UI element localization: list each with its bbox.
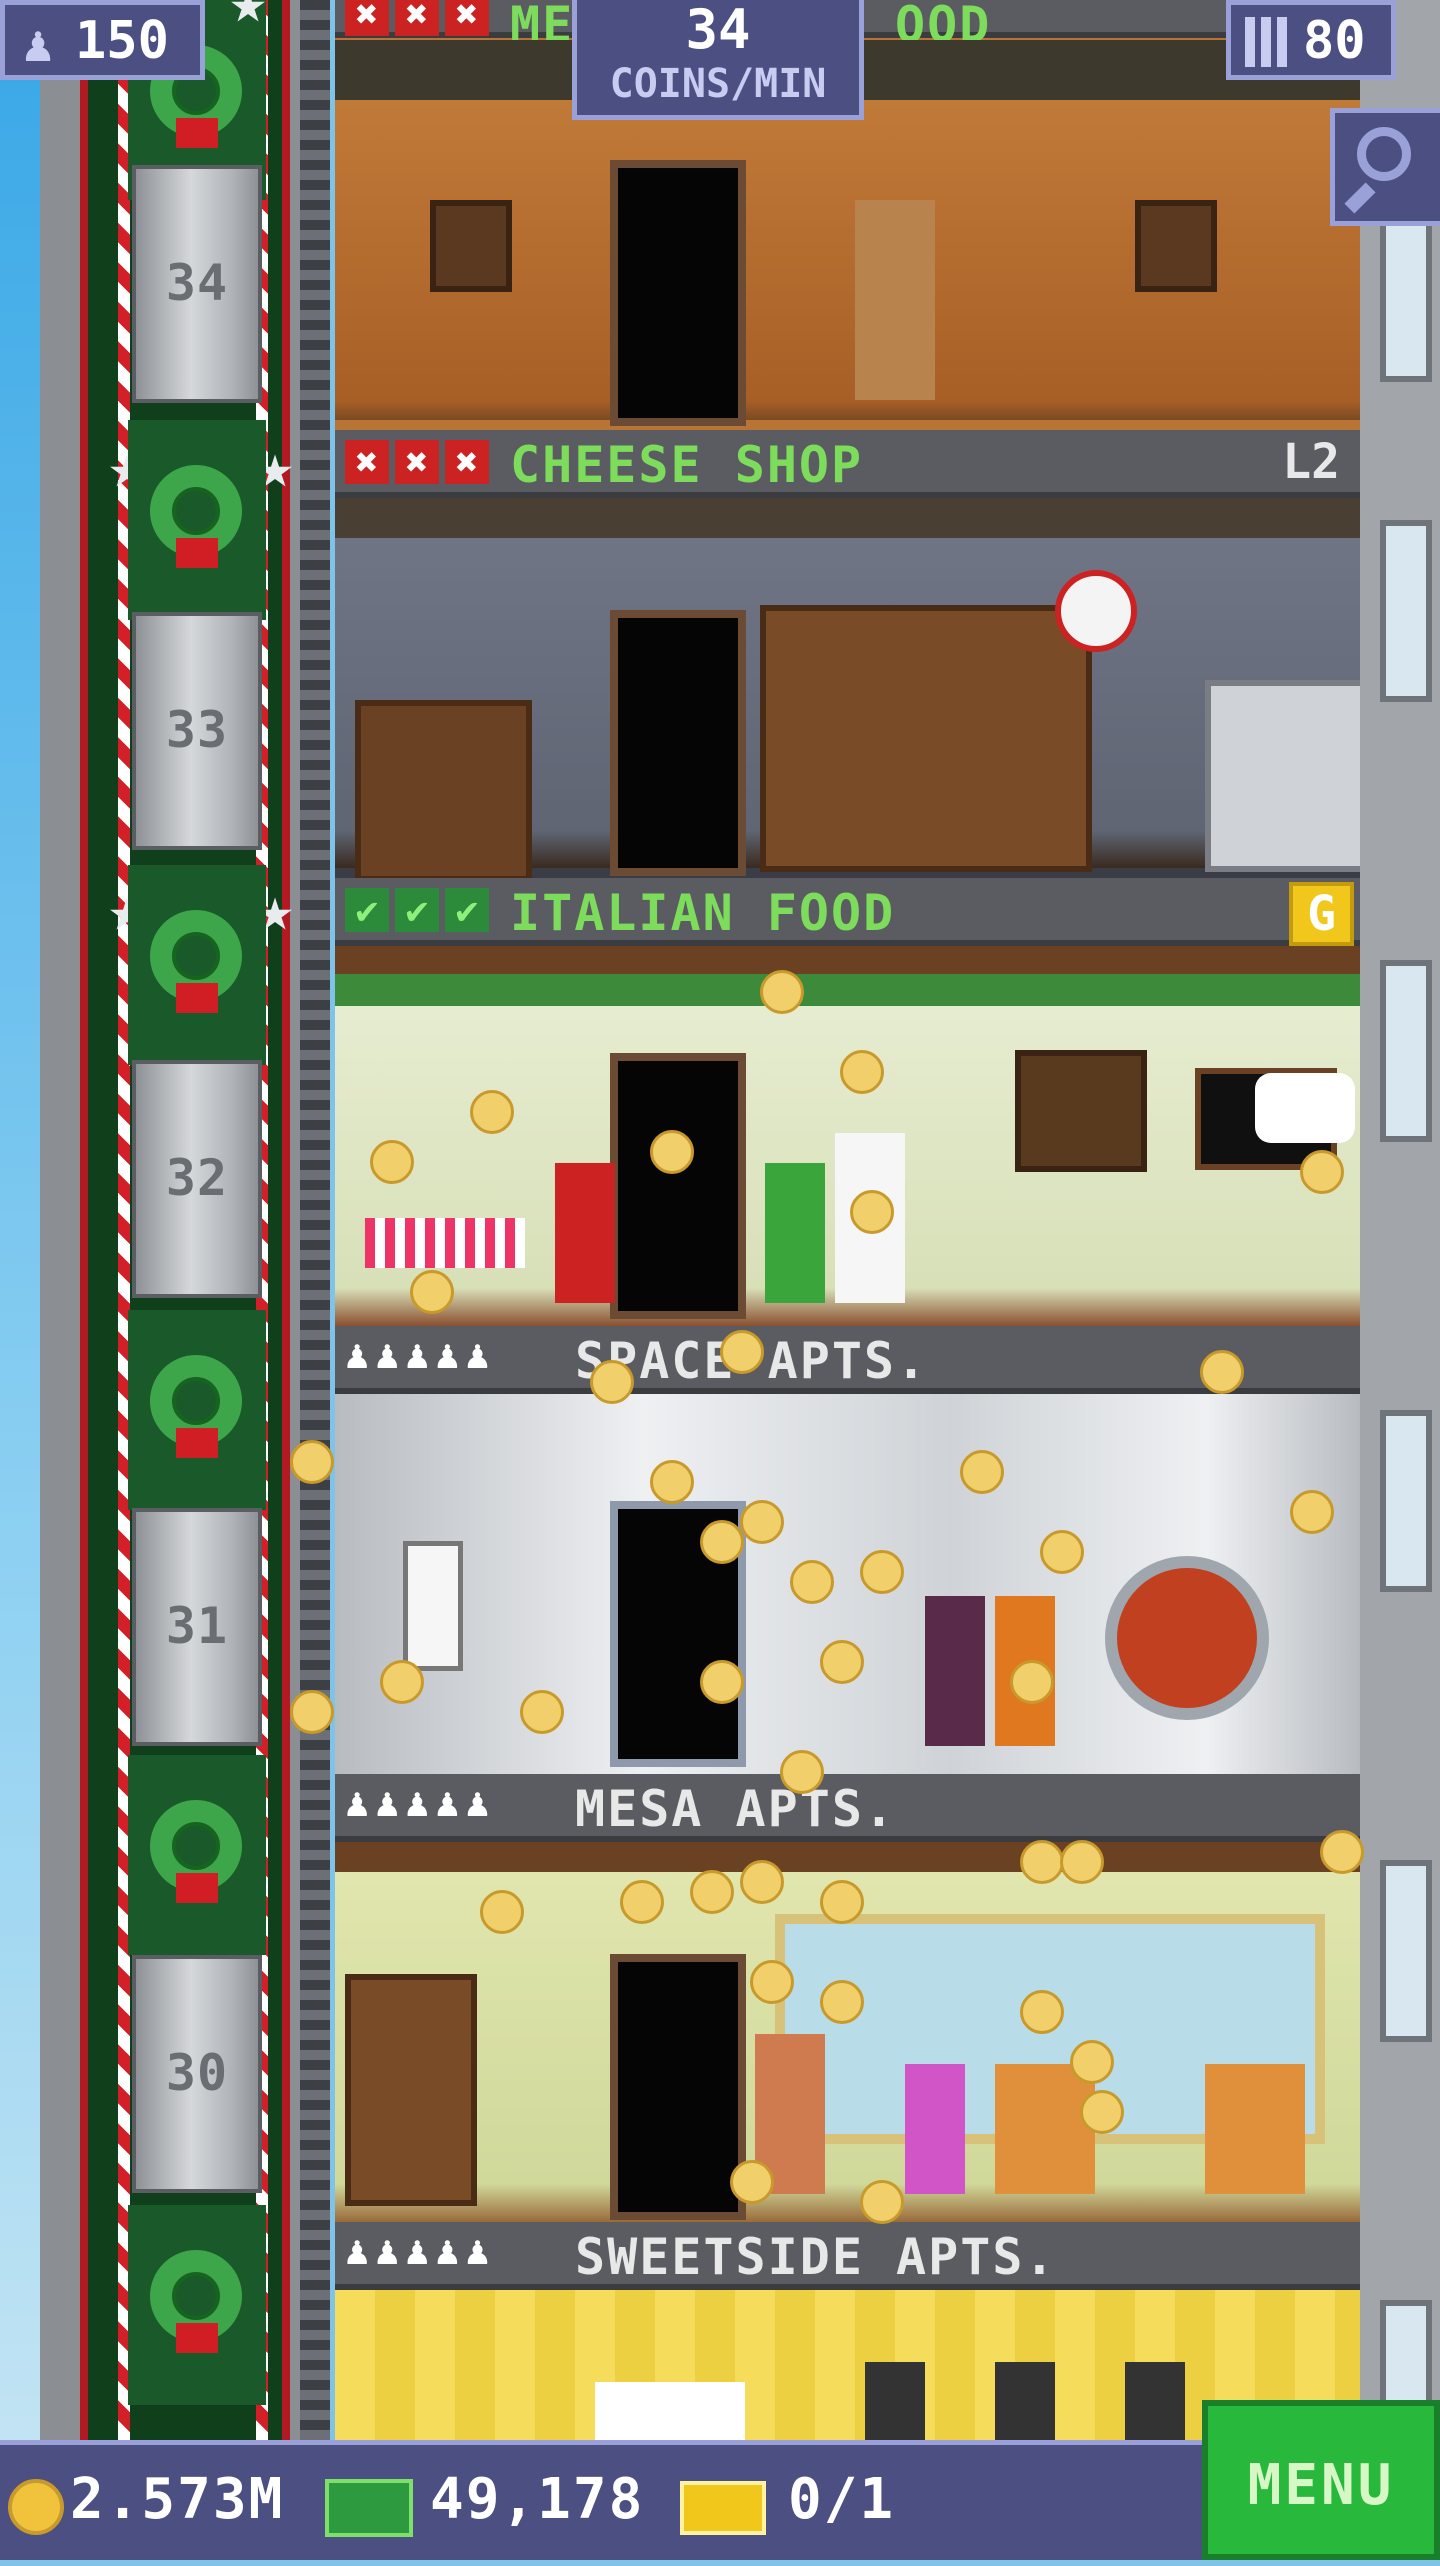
golden-ticket-icon <box>680 2481 766 2535</box>
tickets-value: 0/1 <box>788 2467 896 2532</box>
bux-value: 49,178 <box>430 2467 645 2532</box>
elevator-floor-number: 34 <box>165 254 229 312</box>
elevator-car-34[interactable]: 34 <box>132 165 262 403</box>
population-counter[interactable]: ♟ 150 <box>0 0 205 80</box>
no-mouse-sign-icon <box>1055 570 1137 652</box>
elevator-car-30[interactable]: 30 <box>132 1955 262 2193</box>
floor-cheese-shop[interactable]: ✖ ✖ ✖ CHEESE SHOP L2 <box>335 430 1360 878</box>
floor-name: MESA APTS. <box>575 1780 897 1838</box>
floor-door <box>610 160 746 426</box>
floors-value: 80 <box>1303 11 1366 71</box>
coins-rate-panel: 34 COINS/MIN <box>572 0 864 120</box>
floor-name: ITALIAN FOOD <box>510 884 896 942</box>
magnifier-minus-icon <box>1357 127 1411 181</box>
wine-rack <box>1015 1050 1147 1172</box>
person-icon: ♟ <box>23 15 54 73</box>
wall-painting <box>430 200 512 292</box>
floor-door <box>610 610 746 876</box>
floor-name: CHEESE SHOP <box>510 436 864 494</box>
wall-painting <box>995 2362 1055 2440</box>
residents-icons: ♟♟♟♟♟ <box>345 1780 496 1826</box>
elevator-floor-number: 30 <box>165 2044 229 2102</box>
wall-painting <box>1125 2362 1185 2440</box>
elevator-floor-number: 32 <box>165 1149 229 1207</box>
floor-door <box>610 1053 746 1319</box>
floor-door <box>610 1954 746 2220</box>
building-right-edge <box>1358 0 1440 2482</box>
control-panel <box>403 1541 463 1671</box>
resident-sprite[interactable] <box>555 1163 615 1303</box>
floor-label: ✔ ✔ ✔ ITALIAN FOOD G <box>335 878 1360 946</box>
elevator-car-32[interactable]: 32 <box>132 1060 262 1298</box>
porthole-window <box>1105 1556 1269 1720</box>
elevator-rail <box>300 0 330 2440</box>
elevator-wreath <box>128 420 266 620</box>
tower-bux-icon <box>325 2479 413 2537</box>
residents-icons: ♟♟♟♟♟ <box>345 2228 496 2274</box>
floor-space-apts[interactable]: ♟♟♟♟♟ SPACE APTS. <box>335 1326 1360 1774</box>
zoom-out-button[interactable] <box>1330 108 1440 226</box>
speech-bubble-icon[interactable] <box>1255 1073 1355 1143</box>
floor-name: SWEETSIDE APTS. <box>575 2228 1057 2286</box>
floor-label: ✖ ✖ ✖ CHEESE SHOP L2 <box>335 430 1360 498</box>
wall-painting <box>1135 200 1217 292</box>
coins-rate-value: 34 <box>685 0 751 61</box>
population-value: 150 <box>75 11 169 71</box>
floor-stars: ★ <box>229 0 267 37</box>
dining-table <box>365 1218 525 1268</box>
coins-rate-unit: COINS/MIN <box>609 61 827 107</box>
bookshelf <box>345 1974 477 2206</box>
coins-value: 2.573M <box>70 2467 285 2532</box>
elevator-floor-number: 33 <box>165 701 229 759</box>
residents-icons: ♟♟♟♟♟ <box>345 1332 496 1378</box>
menu-button[interactable]: MENU <box>1202 2400 1440 2560</box>
wall-painting <box>865 2362 925 2440</box>
floor-door <box>595 2382 745 2440</box>
elevator-car-31[interactable]: 31 <box>132 1508 262 1746</box>
elevator-wreath <box>128 2205 266 2405</box>
elevator-car-33[interactable]: 33 <box>132 612 262 850</box>
elevator-candy-cane-left <box>118 0 130 2440</box>
resident-sprite[interactable] <box>765 1163 825 1303</box>
elevator-wreath <box>128 1310 266 1510</box>
floors-counter[interactable]: 80 <box>1226 0 1396 80</box>
elevator-wreath <box>128 865 266 1065</box>
resident-sprite[interactable] <box>905 2064 965 2194</box>
coin-icon <box>8 2479 64 2535</box>
elevator-wreath <box>128 1755 266 1955</box>
resident-sprite[interactable] <box>855 200 935 400</box>
floor-level-tag: L2 <box>1282 434 1340 490</box>
armchair <box>995 2064 1095 2194</box>
armchair <box>1205 2064 1305 2194</box>
elevator-floor-number: 31 <box>165 1597 229 1655</box>
cheese-shelf <box>355 700 532 878</box>
bread-shelf <box>760 605 1092 872</box>
floor-gold-badge[interactable]: G <box>1289 882 1354 946</box>
floor-label: ♟♟♟♟♟ SWEETSIDE APTS. <box>335 2222 1360 2290</box>
floor-label: ♟♟♟♟♟ MESA APTS. <box>335 1774 1360 1842</box>
resident-sprite[interactable] <box>925 1596 985 1746</box>
building-icon <box>1245 17 1287 67</box>
cheese-display-case <box>1205 680 1360 872</box>
